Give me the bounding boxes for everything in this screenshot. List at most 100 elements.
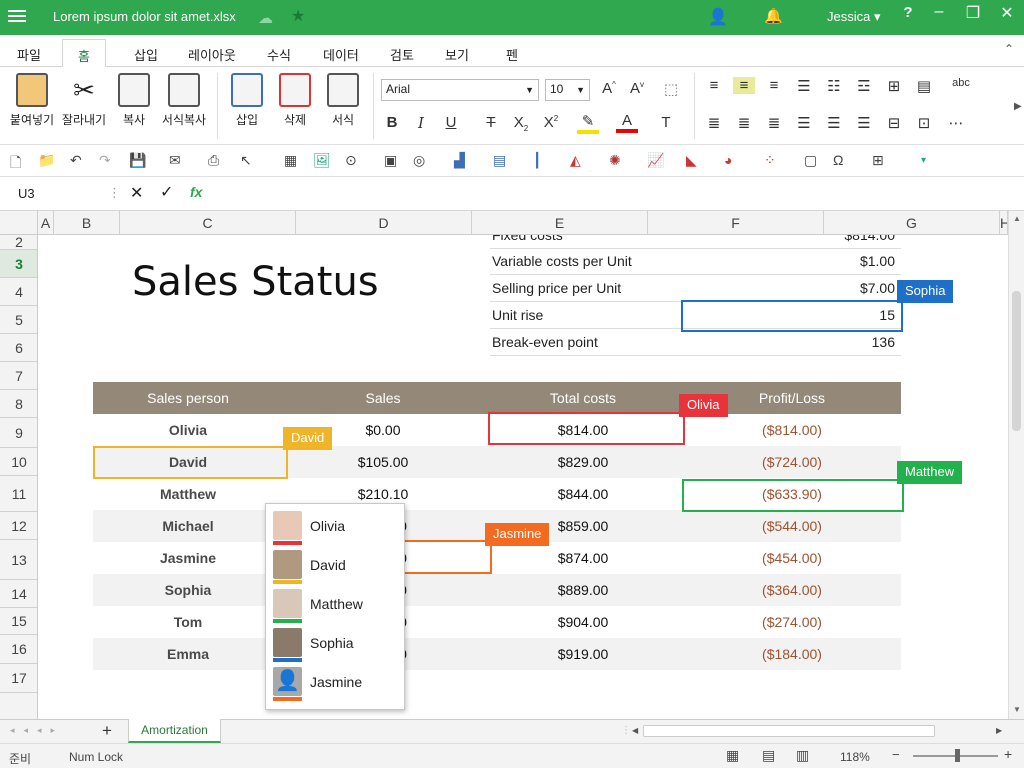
cell-total[interactable]: $904.00 <box>483 606 683 638</box>
popup-item-sophia[interactable]: Sophia <box>272 625 400 664</box>
cell-total[interactable]: $889.00 <box>483 574 683 606</box>
popup-item-olivia[interactable]: Olivia <box>272 508 400 547</box>
cell-profit[interactable]: ($814.00) <box>683 414 901 446</box>
underline-icon[interactable]: U <box>440 114 462 131</box>
align-middle-icon[interactable]: ≡ <box>733 77 755 94</box>
sheet-grid[interactable]: Sales Status Fixed costs $814.00 Variable… <box>39 235 1008 719</box>
tab-formulas[interactable]: 수식 <box>267 45 291 64</box>
row-header[interactable]: 13 <box>0 540 37 580</box>
zoom-out-icon[interactable]: − <box>892 747 900 762</box>
zoom-in-icon[interactable]: + <box>1004 746 1012 762</box>
redo-icon[interactable]: ↷ <box>99 152 111 169</box>
scroll-right-icon[interactable]: ▶ <box>996 726 1002 735</box>
cell-profit[interactable]: ($544.00) <box>683 510 901 542</box>
cell-name[interactable]: Tom <box>93 606 283 638</box>
minimize-icon[interactable]: – <box>929 3 949 21</box>
cell-name[interactable]: Olivia <box>93 414 283 446</box>
open-folder-icon[interactable]: 📁 <box>38 152 55 169</box>
outdent-icon[interactable]: ☰ <box>853 114 875 132</box>
name-box[interactable]: U3 <box>18 186 35 201</box>
highlight-color-icon[interactable]: ✎ <box>577 112 599 134</box>
stock-chart-icon[interactable]: ┃ <box>533 152 541 169</box>
distributed-icon[interactable]: ☰ <box>793 114 815 132</box>
row-header[interactable]: 7 <box>0 362 37 390</box>
shape-icon[interactable]: ◎ <box>413 152 425 169</box>
clear-format-icon[interactable]: ⬚ <box>660 80 682 98</box>
screenshot-icon[interactable]: ⊙ <box>345 152 357 169</box>
row-header[interactable]: 16 <box>0 635 37 664</box>
merge-icon[interactable]: ⊞ <box>883 77 905 95</box>
decrease-font-icon[interactable]: Av <box>626 80 648 97</box>
table-row[interactable]: Jasmine0$874.00($454.00) <box>93 542 901 574</box>
save-icon[interactable]: 💾 <box>129 152 146 169</box>
align-right-icon[interactable]: ≣ <box>763 114 785 132</box>
column-header[interactable]: G <box>824 211 1000 235</box>
confirm-icon[interactable]: ✓ <box>160 182 173 202</box>
cell-name[interactable]: Jasmine <box>93 542 283 574</box>
image-icon[interactable]: 🖼 <box>313 152 331 169</box>
shapes-icon[interactable]: ▣ <box>384 152 397 169</box>
zoom-slider-thumb[interactable] <box>955 749 960 762</box>
undo-icon[interactable]: ↶ <box>70 152 82 169</box>
cut-button[interactable]: ✂ 잘라내기 <box>56 73 112 128</box>
vertical-scrollbar[interactable]: ▲ ▼ <box>1008 211 1024 719</box>
tab-data[interactable]: 데이터 <box>323 45 359 64</box>
hamburger-menu-icon[interactable] <box>8 7 26 25</box>
cell-name[interactable]: Sophia <box>93 574 283 606</box>
close-icon[interactable]: ✕ <box>997 3 1017 23</box>
cell-style-icon[interactable]: ▤ <box>913 77 935 95</box>
strikethrough-icon[interactable]: T <box>480 114 502 131</box>
row-header[interactable]: 4 <box>0 278 37 306</box>
cursor-icon[interactable]: ↖ <box>240 152 252 169</box>
row-header[interactable]: 12 <box>0 512 37 540</box>
italic-icon[interactable]: I <box>410 114 432 132</box>
wrap-text-icon[interactable]: ☰ <box>793 77 815 95</box>
row-header[interactable]: 3 <box>0 250 37 278</box>
scroll-left-icon[interactable]: ◀ <box>632 726 638 735</box>
font-name-select[interactable]: Arial ▼ <box>381 79 539 101</box>
row-header[interactable]: 8 <box>0 390 37 418</box>
sheet-tab-amortization[interactable]: Amortization <box>128 719 221 743</box>
tab-layout[interactable]: 레이아웃 <box>188 45 236 64</box>
orientation-icon[interactable]: ☲ <box>853 77 875 95</box>
ribbon-scroll-icon[interactable]: ▶ <box>1014 101 1022 112</box>
increase-font-icon[interactable]: A^ <box>598 80 620 97</box>
row-header[interactable]: 5 <box>0 306 37 334</box>
popup-item-matthew[interactable]: Matthew <box>272 586 400 625</box>
customize-toolbar-icon[interactable]: ▾ <box>921 155 926 166</box>
cancel-icon[interactable]: ✕ <box>130 183 143 203</box>
normal-view-icon[interactable]: ▦ <box>726 747 739 764</box>
combo-chart-icon[interactable]: ◣ <box>686 152 697 169</box>
indent-icon[interactable]: ☰ <box>823 114 845 132</box>
spell-check-icon[interactable]: abc <box>950 77 972 89</box>
popup-item-jasmine[interactable]: 👤 Jasmine <box>272 664 400 703</box>
add-sheet-icon[interactable]: + <box>102 721 112 741</box>
table-icon[interactable]: ⊟ <box>883 114 905 132</box>
horizontal-scroll-thumb[interactable] <box>643 725 935 737</box>
scatter-chart-icon[interactable]: ⁘ <box>764 152 776 169</box>
page-break-view-icon[interactable]: ▥ <box>796 747 809 764</box>
tab-home[interactable]: 홈 <box>62 39 106 68</box>
column-header[interactable]: F <box>648 211 824 235</box>
column-header[interactable]: H <box>1000 211 1008 235</box>
column-chart-icon[interactable]: ▤ <box>493 152 506 169</box>
function-icon[interactable]: fx <box>190 184 202 200</box>
help-icon[interactable]: ? <box>898 4 918 21</box>
collapse-ribbon-icon[interactable]: ⌃ <box>1004 42 1014 56</box>
summary-row[interactable]: Selling price per Unit $7.00 <box>490 275 901 302</box>
justify-icon[interactable]: ☷ <box>823 77 845 95</box>
page-layout-view-icon[interactable]: ▤ <box>762 747 775 764</box>
zoom-level[interactable]: 118% <box>840 750 870 764</box>
align-center-icon[interactable]: ≣ <box>733 114 755 132</box>
cell-name[interactable]: Emma <box>93 638 283 670</box>
row-header[interactable]: 15 <box>0 608 37 635</box>
text-format-icon[interactable]: T <box>655 114 677 131</box>
row-header[interactable]: 6 <box>0 334 37 362</box>
format-cells-button[interactable]: 서식 <box>315 73 371 128</box>
cell-profit[interactable]: ($364.00) <box>683 574 901 606</box>
column-header[interactable]: A <box>38 211 54 235</box>
sheet-nav-icons[interactable]: ◂◂◂▸ <box>10 725 64 736</box>
hscroll-divider-icon[interactable]: ⋮ <box>621 725 631 736</box>
cell-total[interactable]: $919.00 <box>483 638 683 670</box>
pie-chart-icon[interactable]: ◕ <box>724 152 732 168</box>
